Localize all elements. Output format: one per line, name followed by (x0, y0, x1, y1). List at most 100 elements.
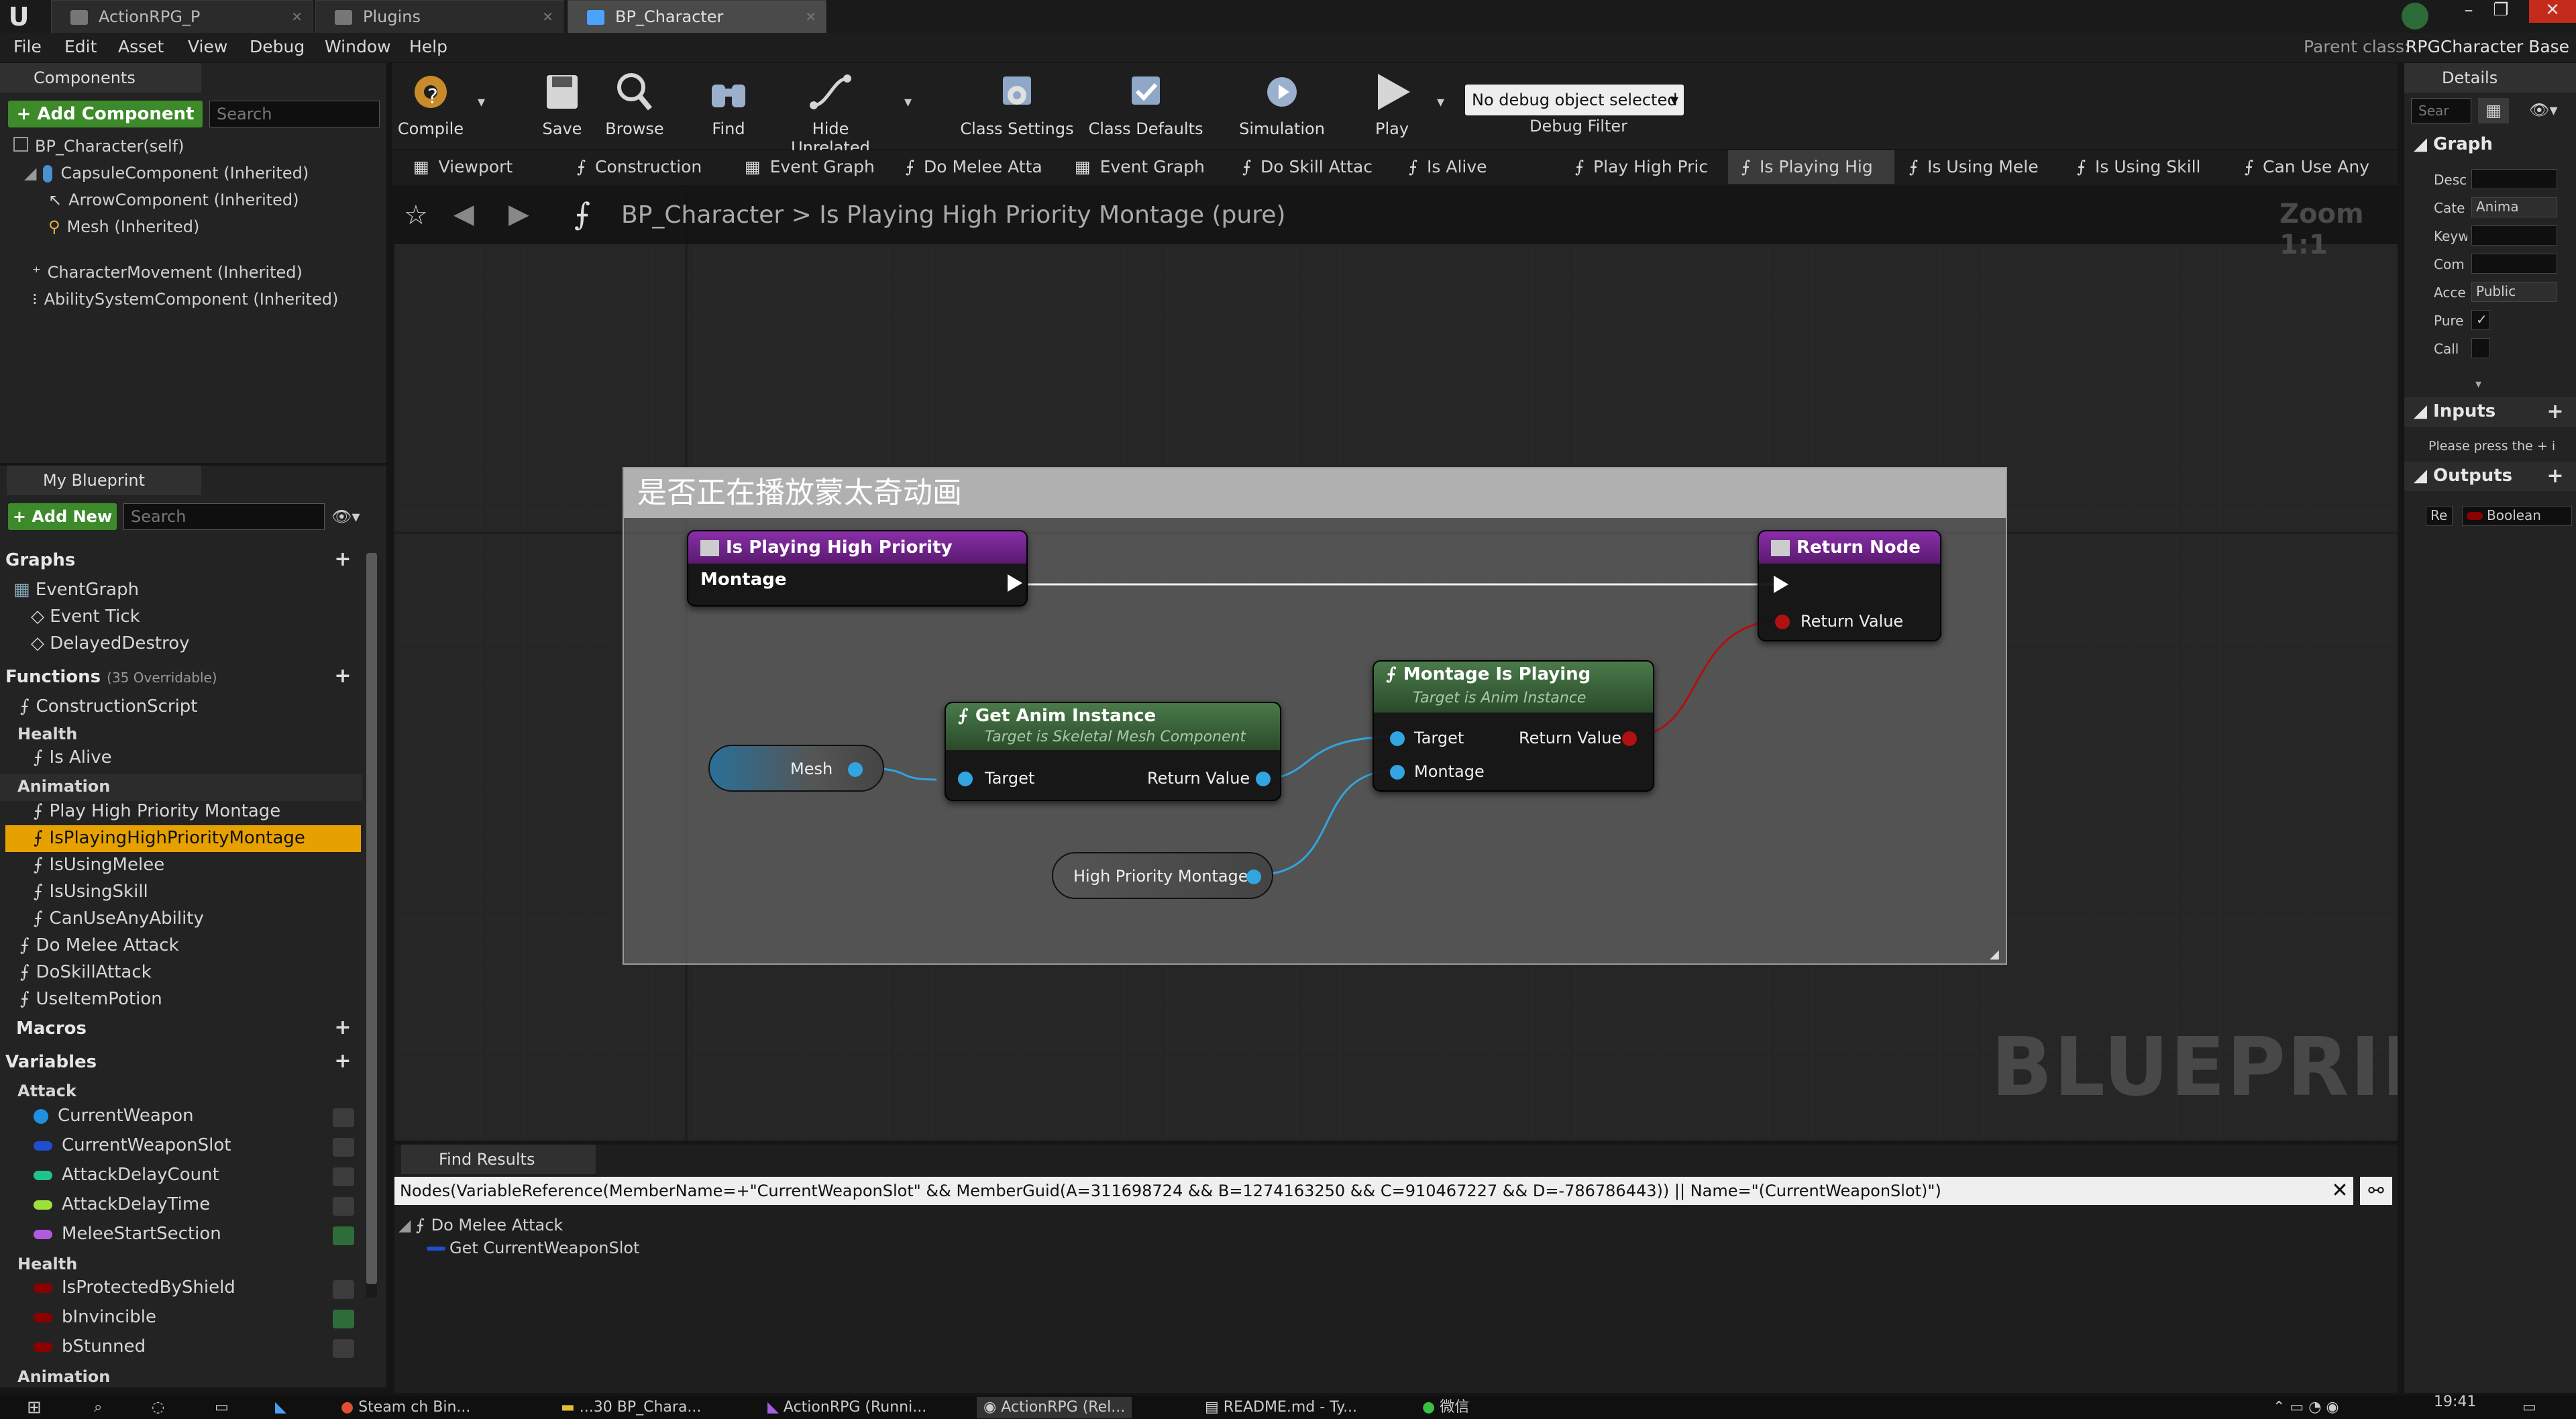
visibility-eye-icon[interactable] (333, 1226, 354, 1245)
add-variable-button[interactable]: + (333, 1051, 353, 1072)
variables-category[interactable]: Variables (5, 1052, 97, 1072)
windows-start-icon[interactable]: ⊞ (27, 1397, 42, 1418)
variable-item[interactable]: MeleeStartSection (34, 1224, 221, 1244)
component-ability-system[interactable]: ⁝ AbilitySystemComponent (Inherited) (32, 290, 338, 309)
play-options-chevron-icon[interactable]: ▾ (1437, 94, 1444, 111)
find-result-get-current-weapon-slot[interactable]: Get CurrentWeaponSlot (427, 1239, 639, 1257)
taskbar-app-3[interactable]: ◣ ActionRPG (Runni... (767, 1397, 926, 1418)
graph-tab-is-using-skill[interactable]: ⨍ Is Using Skill (2063, 150, 2230, 184)
outputs-category[interactable]: ◢ Outputs (2414, 466, 2512, 486)
close-icon[interactable]: ✕ (542, 1, 553, 34)
function-entry-node[interactable]: Is Playing High Priority Montage (687, 530, 1028, 607)
return-value-output-pin[interactable] (1256, 772, 1271, 786)
class-settings-button[interactable]: Class Settings (957, 64, 1077, 145)
menu-edit[interactable]: Edit (64, 37, 97, 56)
menu-help[interactable]: Help (409, 37, 447, 56)
file-explorer-icon[interactable]: ▭ (215, 1397, 229, 1418)
function-item-is-using-melee[interactable]: ⨍ IsUsingMelee (34, 855, 164, 875)
details-row-field[interactable]: Anima (2471, 197, 2557, 217)
taskbar-app-2[interactable]: ▬ ...30 BP_Chara... (561, 1397, 701, 1418)
task-view-icon[interactable]: ◌ (152, 1397, 164, 1418)
maximize-button[interactable]: ❐ (2485, 0, 2517, 23)
component-character-movement[interactable]: ⁺ CharacterMovement (Inherited) (32, 263, 303, 282)
clear-search-icon[interactable]: ✕ (2326, 1177, 2353, 1205)
visibility-eye-icon[interactable] (333, 1197, 354, 1216)
component-capsule[interactable]: ◢ CapsuleComponent (Inherited) (24, 164, 309, 182)
high-priority-montage-variable-node[interactable]: High Priority Montage (1052, 852, 1273, 899)
component-self[interactable]: BP_Character(self) (13, 137, 184, 156)
menu-asset[interactable]: Asset (118, 37, 164, 56)
mesh-output-pin[interactable] (848, 762, 863, 777)
graph-tab-event-graph-2[interactable]: ▦ Event Graph (1061, 150, 1228, 184)
graph-tab-can-use-any[interactable]: ⨍ Can Use Any (2231, 150, 2392, 184)
inputs-category[interactable]: ◢ Inputs (2414, 401, 2496, 421)
add-component-button[interactable]: + Add Component (8, 101, 203, 127)
function-item-do-melee-attack[interactable]: ⨍ Do Melee Attack (20, 935, 179, 955)
montage-is-playing-node[interactable]: ⨍ Montage Is Playing Target is Anim Insta… (1373, 660, 1654, 792)
details-search-input[interactable]: Sear (2411, 98, 2471, 123)
get-anim-instance-node[interactable]: ⨍ Get Anim Instance Target is Skeletal Me… (945, 702, 1281, 801)
variable-item[interactable]: AttackDelayTime (34, 1194, 210, 1214)
visibility-eye-icon[interactable] (333, 1138, 354, 1157)
details-row-checkbox[interactable] (2471, 338, 2490, 358)
component-mesh[interactable]: ⚲ Mesh (Inherited) (48, 217, 199, 236)
function-item-do-skill-attack[interactable]: ⨍ DoSkillAttack (20, 962, 152, 982)
add-macro-button[interactable]: + (333, 1018, 353, 1039)
view-options-eye-icon[interactable]: 👁▾ (2529, 101, 2558, 119)
target-input-pin[interactable] (958, 772, 973, 786)
return-value-pin[interactable] (1775, 615, 1790, 629)
find-button[interactable]: Find (698, 64, 759, 145)
grid-view-icon[interactable]: ▦ (2478, 98, 2509, 123)
health-function-category[interactable]: Health (17, 725, 77, 743)
output-name-field[interactable]: Re (2426, 506, 2453, 526)
scrollbar-track[interactable] (366, 553, 377, 1298)
mesh-variable-node[interactable]: Mesh (708, 745, 884, 792)
component-arrow[interactable]: ↖ ArrowComponent (Inherited) (48, 191, 299, 209)
compile-options-chevron-icon[interactable]: ▾ (478, 94, 485, 111)
graph-tab-is-playing-high-priority[interactable]: ⨍ Is Playing Hig (1728, 150, 1894, 184)
hide-unrelated-button[interactable]: Hide Unrelated (771, 64, 890, 157)
find-in-all-blueprints-icon[interactable]: ⚯ (2360, 1177, 2392, 1205)
function-item-constructionscript[interactable]: ⨍ ConstructionScript (20, 696, 198, 717)
attack-variable-category[interactable]: Attack (17, 1082, 76, 1100)
close-icon[interactable]: ✕ (805, 1, 816, 34)
collapse-chevron-icon[interactable]: ▾ (2475, 377, 2481, 391)
taskbar-app-4[interactable]: ◉ ActionRPG (Rel... (977, 1397, 1132, 1418)
function-item-play-high-priority-montage[interactable]: ⨍ Play High Priority Montage (34, 801, 280, 821)
graph-item-event-tick[interactable]: ◇ Event Tick (31, 607, 140, 627)
variable-item[interactable]: CurrentWeaponSlot (34, 1135, 231, 1155)
details-row-checkbox[interactable]: ✓ (2471, 310, 2490, 330)
variable-item[interactable]: CurrentWeapon (34, 1106, 194, 1126)
details-row-field[interactable] (2471, 225, 2557, 246)
expand-arrow-icon[interactable]: ◢ (398, 1216, 416, 1234)
taskbar-app-1[interactable]: ● Steam ch Bin... (341, 1397, 470, 1418)
high-priority-montage-output-pin[interactable] (1246, 870, 1261, 884)
details-row-field[interactable] (2471, 254, 2557, 274)
graph-tab-is-using-melee[interactable]: ⨍ Is Using Mele (1896, 150, 2062, 184)
animation-function-category[interactable]: Animation (17, 777, 110, 796)
exec-in-pin[interactable] (1774, 576, 1788, 593)
graph-tab-do-melee-attack[interactable]: ⨍ Do Melee Atta (892, 150, 1060, 184)
add-function-button[interactable]: + (333, 666, 353, 687)
function-item-use-item-potion[interactable]: ⨍ UseItemPotion (20, 989, 162, 1009)
montage-input-pin[interactable] (1390, 765, 1405, 780)
variable-item[interactable]: bStunned (34, 1336, 146, 1357)
visibility-eye-icon[interactable] (333, 1339, 354, 1358)
graph-tab-play-high-priority[interactable]: ⨍ Play High Pric (1562, 150, 1727, 184)
functions-category[interactable]: Functions (35 Overridable) (5, 667, 217, 687)
function-item-is-playing-high-priority-montage[interactable]: ⨍ IsPlayingHighPriorityMontage (34, 828, 305, 848)
class-defaults-button[interactable]: Class Defaults (1085, 64, 1206, 145)
output-type-select[interactable]: Boolean (2462, 506, 2572, 526)
notification-icon[interactable]: ▭ (2522, 1397, 2536, 1418)
browse-button[interactable]: Browse (601, 64, 668, 145)
visibility-eye-icon[interactable] (333, 1310, 354, 1328)
menu-debug[interactable]: Debug (250, 37, 305, 56)
montage-target-pin[interactable] (1390, 731, 1405, 746)
add-input-button[interactable]: + (2545, 402, 2565, 423)
details-graph-category[interactable]: ◢ Graph (2414, 134, 2493, 154)
menu-window[interactable]: Window (325, 37, 391, 56)
health-variable-category[interactable]: Health (17, 1255, 77, 1273)
animation-variable-category[interactable]: Animation (17, 1367, 110, 1386)
debug-object-select[interactable]: No debug object selected ▾ (1465, 85, 1684, 115)
tab-bp-character[interactable]: BP_Character ✕ (568, 0, 826, 33)
